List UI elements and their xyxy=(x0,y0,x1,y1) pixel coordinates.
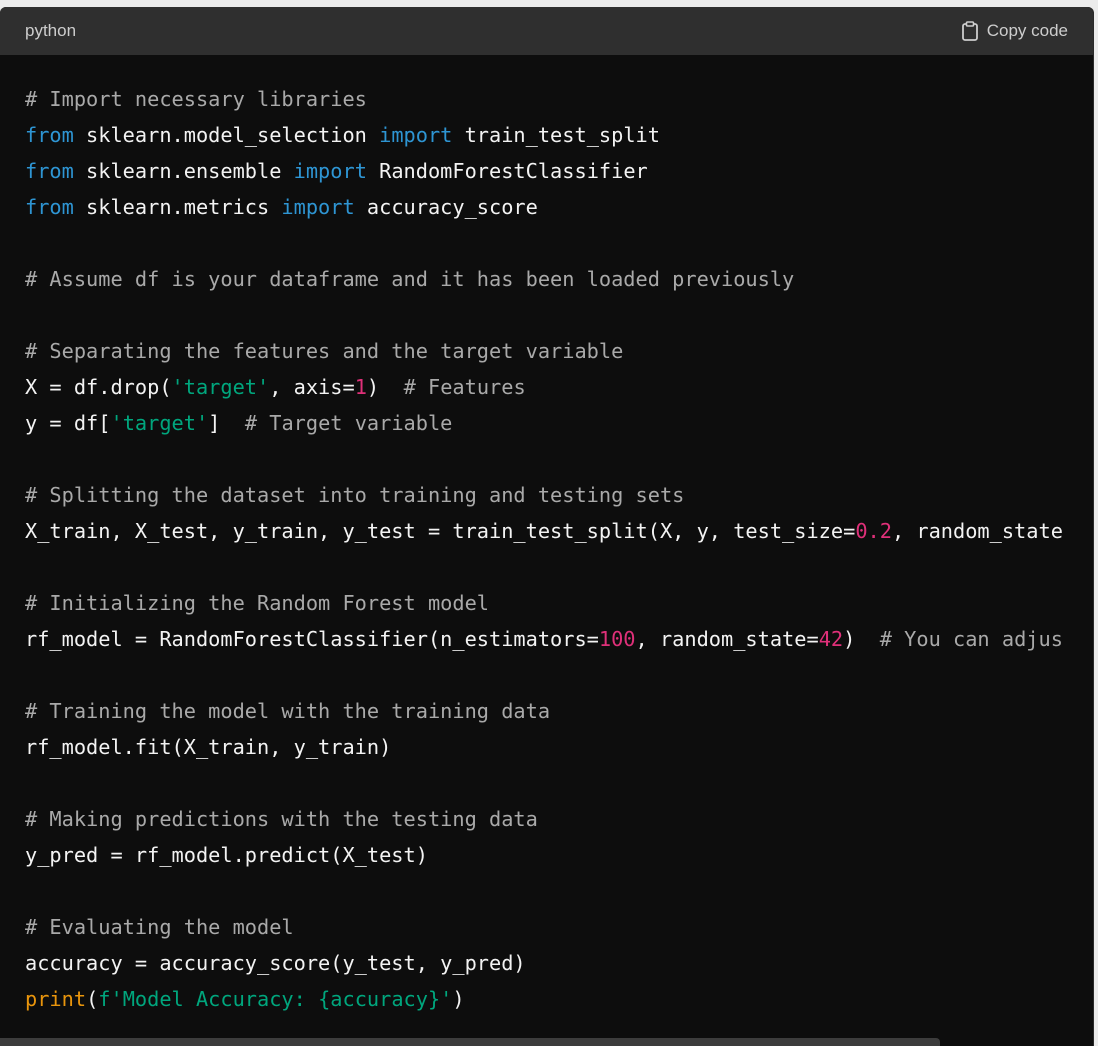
code-token: # You can adjus xyxy=(879,627,1063,651)
code-line: rf_model.fit(X_train, y_train) xyxy=(25,729,1093,765)
code-token: train_test_split xyxy=(452,123,660,147)
code-token: # Evaluating the model xyxy=(25,915,294,939)
code-content[interactable]: # Import necessary libraries from sklearn… xyxy=(0,55,1093,1017)
code-line: print(f'Model Accuracy: {accuracy}') xyxy=(25,981,1093,1017)
code-token: , axis= xyxy=(269,375,355,399)
code-line: # Making predictions with the testing da… xyxy=(25,801,1093,837)
code-token: accuracy = accuracy_score(y_test, y_pred… xyxy=(25,951,526,975)
code-line: X = df.drop('target', axis=1) # Features xyxy=(25,369,1093,405)
code-token: y = df[ xyxy=(25,411,111,435)
code-token: import xyxy=(293,159,367,183)
code-token: # Assume df is your dataframe and it has… xyxy=(25,267,795,291)
code-token: rf_model = RandomForestClassifier(n_esti… xyxy=(25,627,599,651)
code-token: 42 xyxy=(818,627,844,651)
code-token: sklearn.model_selection xyxy=(73,123,380,147)
code-line: # Import necessary libraries xyxy=(25,81,1093,117)
code-line: from sklearn.model_selection import trai… xyxy=(25,117,1093,153)
copy-code-label: Copy code xyxy=(986,21,1068,40)
code-token: # Target variable xyxy=(244,411,453,435)
code-token: 0.2 xyxy=(855,519,892,543)
code-token: # Features xyxy=(403,375,526,399)
code-token: # Import necessary libraries xyxy=(25,87,367,111)
code-token: from xyxy=(25,159,74,183)
code-token: # Making predictions with the testing da… xyxy=(25,807,538,831)
code-token: # Separating the features and the target… xyxy=(25,339,624,363)
code-token: ) xyxy=(452,987,465,1011)
code-line: y = df['target'] # Target variable xyxy=(25,405,1093,441)
code-line: # Separating the features and the target… xyxy=(25,333,1093,369)
code-token: RandomForestClassifier xyxy=(366,159,648,183)
code-token: from xyxy=(25,123,74,147)
code-token: print xyxy=(25,987,87,1011)
code-token: ( xyxy=(86,987,99,1011)
code-line: X_train, X_test, y_train, y_test = train… xyxy=(25,513,1093,549)
code-token: f'Model Accuracy: {accuracy}' xyxy=(98,987,453,1011)
copy-code-button[interactable]: Copy code xyxy=(961,21,1068,41)
code-token: ] xyxy=(208,411,245,435)
code-token: accuracy_score xyxy=(354,195,538,219)
code-line: # Training the model with the training d… xyxy=(25,693,1093,729)
code-token: sklearn.ensemble xyxy=(73,159,294,183)
code-token: ) xyxy=(366,375,404,399)
code-token: import xyxy=(281,195,355,219)
clipboard-icon xyxy=(961,21,979,41)
code-token: # Training the model with the training d… xyxy=(25,699,551,723)
code-header: python Copy code xyxy=(0,7,1093,55)
code-token: rf_model.fit(X_train, y_train) xyxy=(25,735,392,759)
code-token: # Initializing the Random Forest model xyxy=(25,591,489,615)
code-token: from xyxy=(25,195,74,219)
code-line: from sklearn.ensemble import RandomFores… xyxy=(25,153,1093,189)
code-line: # Initializing the Random Forest model xyxy=(25,585,1093,621)
code-token: sklearn.metrics xyxy=(73,195,282,219)
code-token: import xyxy=(379,123,453,147)
code-token: , random_state xyxy=(891,519,1063,543)
language-label: python xyxy=(25,21,77,40)
code-line: accuracy = accuracy_score(y_test, y_pred… xyxy=(25,945,1093,981)
code-token: 100 xyxy=(598,627,636,651)
code-token: 'target' xyxy=(171,375,270,399)
code-token: , random_state= xyxy=(635,627,819,651)
code-line: # Assume df is your dataframe and it has… xyxy=(25,261,1093,297)
code-block: python Copy code # Import necessary libr… xyxy=(0,7,1094,1046)
code-line: # Splitting the dataset into training an… xyxy=(25,477,1093,513)
code-token: y_pred = rf_model.predict(X_test) xyxy=(25,843,428,867)
code-line: from sklearn.metrics import accuracy_sco… xyxy=(25,189,1093,225)
horizontal-scrollbar[interactable] xyxy=(0,1038,940,1046)
code-token: 1 xyxy=(354,375,367,399)
code-token: 'target' xyxy=(110,411,209,435)
code-line: y_pred = rf_model.predict(X_test) xyxy=(25,837,1093,873)
code-token: X_train, X_test, y_train, y_test = train… xyxy=(25,519,856,543)
code-token: X = df.drop( xyxy=(25,375,172,399)
code-token: # Splitting the dataset into training an… xyxy=(25,483,685,507)
code-token: ) xyxy=(843,627,880,651)
code-line: rf_model = RandomForestClassifier(n_esti… xyxy=(25,621,1093,657)
code-line: # Evaluating the model xyxy=(25,909,1093,945)
